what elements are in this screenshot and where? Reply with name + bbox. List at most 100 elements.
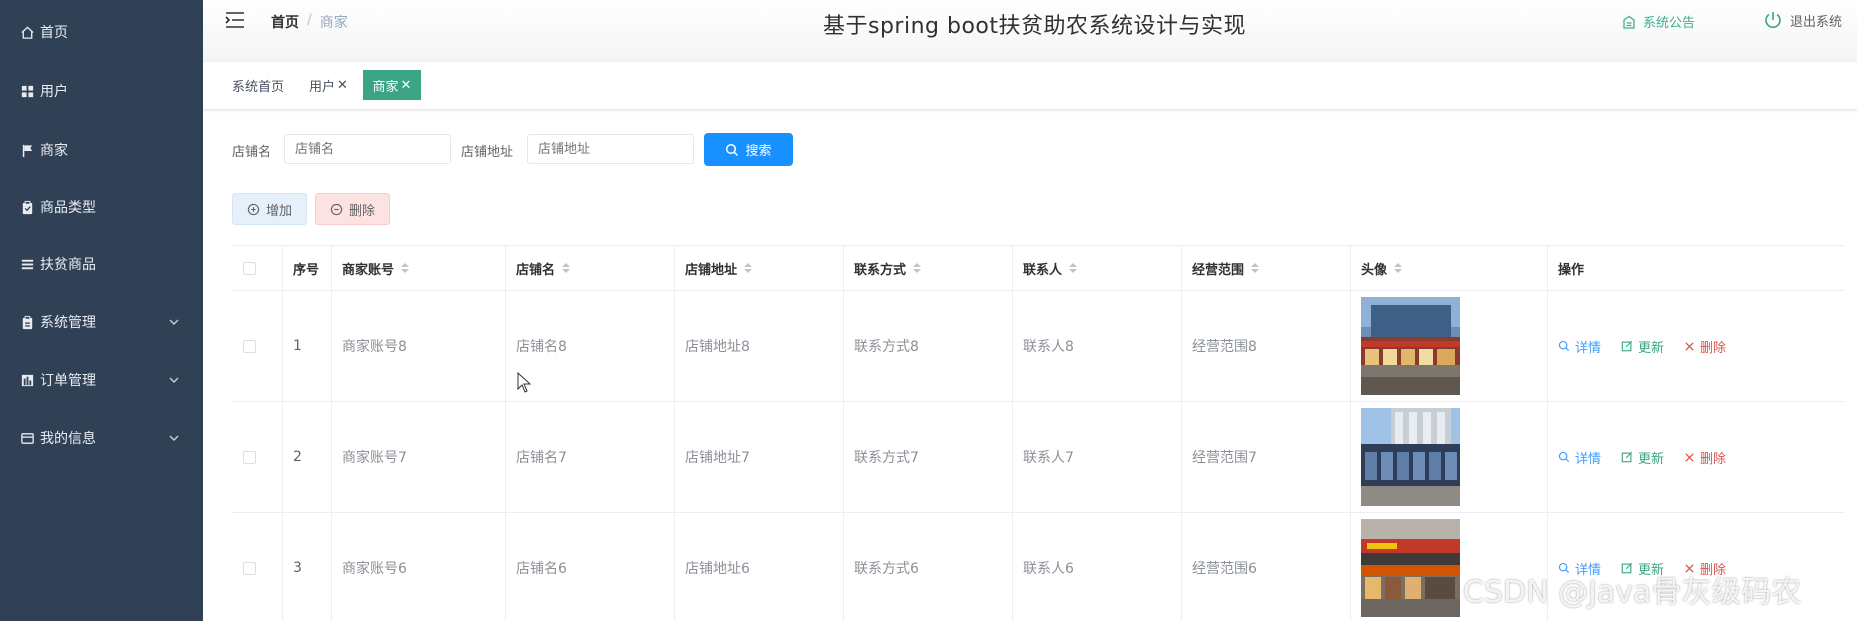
flag-icon <box>18 141 36 159</box>
search-button-label: 搜索 <box>745 144 772 159</box>
header-label: 商家账号 <box>342 262 395 278</box>
cell-contact: 联系方式8 <box>843 291 1012 401</box>
sort-icon[interactable] <box>744 263 753 273</box>
system-notice-button[interactable]: 系统公告 <box>1621 12 1695 31</box>
breadcrumb-current: 商家 <box>319 15 348 31</box>
clipboard-icon <box>18 313 36 331</box>
sidebar-item-merchants[interactable]: 商家 <box>0 130 203 170</box>
detail-button[interactable]: 详情 <box>1558 448 1601 467</box>
update-label: 更新 <box>1638 340 1665 356</box>
header-scope[interactable]: 经营范围 <box>1181 246 1350 290</box>
grid-icon <box>18 82 36 100</box>
close-icon[interactable]: ✕ <box>401 78 412 93</box>
mouse-cursor-icon <box>517 372 532 393</box>
system-notice-label: 系统公告 <box>1643 16 1696 31</box>
sidebar-item-label: 商品类型 <box>40 200 96 216</box>
search-icon <box>1558 451 1570 463</box>
cell-index: 1 <box>282 291 331 401</box>
sidebar-item-label: 我的信息 <box>40 431 96 447</box>
close-icon <box>1685 341 1694 351</box>
list-icon <box>18 255 36 273</box>
tag-label: 用户 <box>309 79 336 95</box>
sort-icon[interactable] <box>401 263 410 273</box>
header-address[interactable]: 店铺地址 <box>674 246 843 290</box>
cell-person: 联系人7 <box>1012 402 1181 512</box>
delete-button-label: 删除 <box>348 203 375 219</box>
sort-icon[interactable] <box>1251 263 1260 273</box>
sort-icon[interactable] <box>1069 263 1078 273</box>
sidebar-item-users[interactable]: 用户 <box>0 71 203 111</box>
cell-shop-name: 店铺名6 <box>505 513 674 621</box>
table-header-row: 序号 商家账号 店铺名 店铺地址 联系方式 联系人 经营范围 头像 操作 <box>232 245 1845 291</box>
row-checkbox[interactable] <box>243 339 256 353</box>
sort-icon[interactable] <box>1394 263 1403 273</box>
add-button[interactable]: 增加 <box>232 193 307 225</box>
sidebar-item-poverty-products[interactable]: 扶贫商品 <box>0 244 203 284</box>
cell-address: 店铺地址7 <box>674 402 843 512</box>
sidebar-item-system-management[interactable]: 系统管理 <box>0 302 203 342</box>
cell-person: 联系人8 <box>1012 291 1181 401</box>
update-button[interactable]: 更新 <box>1621 337 1664 356</box>
header-avatar[interactable]: 头像 <box>1350 246 1547 290</box>
select-all-checkbox[interactable] <box>243 261 256 275</box>
update-button[interactable]: 更新 <box>1621 448 1664 467</box>
breadcrumb-home[interactable]: 首页 <box>271 12 299 32</box>
detail-label: 详情 <box>1575 340 1602 356</box>
menu-toggle-icon[interactable] <box>224 10 246 30</box>
plus-circle-icon <box>247 203 260 215</box>
tag-merchants[interactable]: 商家 ✕ <box>363 70 421 100</box>
tag-label: 系统首页 <box>232 79 285 95</box>
header-index: 序号 <box>282 246 331 290</box>
cell-contact: 联系方式7 <box>843 402 1012 512</box>
csdn-watermark: CSDN @Java骨灰级码农 <box>1463 575 1802 610</box>
header-actions: 操作 <box>1547 246 1845 290</box>
storefront-image[interactable] <box>1361 297 1460 395</box>
sort-icon[interactable] <box>562 263 571 273</box>
cell-index: 3 <box>282 513 331 621</box>
cell-account: 商家账号8 <box>331 291 505 401</box>
delete-button[interactable]: 删除 <box>1684 337 1726 356</box>
header-account[interactable]: 商家账号 <box>331 246 505 290</box>
header-label: 联系方式 <box>854 262 907 278</box>
row-checkbox-cell <box>232 513 282 621</box>
header-person[interactable]: 联系人 <box>1012 246 1181 290</box>
sidebar-item-label: 订单管理 <box>40 373 96 389</box>
delete-label: 删除 <box>1700 340 1727 356</box>
cell-index: 2 <box>282 402 331 512</box>
detail-label: 详情 <box>1575 451 1602 467</box>
logout-button[interactable]: 退出系统 <box>1763 10 1842 30</box>
search-icon <box>726 143 739 156</box>
delete-button[interactable]: 删除 <box>1684 448 1726 467</box>
storefront-image[interactable] <box>1361 519 1460 617</box>
close-icon[interactable]: ✕ <box>337 78 348 93</box>
breadcrumb: 首页 / 商家 <box>271 12 348 32</box>
tag-system-home[interactable]: 系统首页 <box>227 70 289 100</box>
shop-address-input[interactable] <box>527 134 694 164</box>
sort-icon[interactable] <box>913 263 922 273</box>
sidebar-item-home[interactable]: 首页 <box>0 12 203 52</box>
header-shop-name[interactable]: 店铺名 <box>505 246 674 290</box>
logout-label: 退出系统 <box>1790 14 1843 30</box>
update-label: 更新 <box>1638 451 1665 467</box>
cell-shop-name: 店铺名7 <box>505 402 674 512</box>
cell-person: 联系人6 <box>1012 513 1181 621</box>
detail-button[interactable]: 详情 <box>1558 337 1601 356</box>
storefront-image[interactable] <box>1361 408 1460 506</box>
tag-users[interactable]: 用户 ✕ <box>304 70 353 100</box>
cell-contact: 联系方式6 <box>843 513 1012 621</box>
sidebar-item-label: 扶贫商品 <box>40 257 96 273</box>
search-icon <box>1558 340 1570 352</box>
batch-delete-button[interactable]: 删除 <box>315 193 390 225</box>
search-button[interactable]: 搜索 <box>704 133 793 166</box>
shop-name-input[interactable] <box>284 134 451 164</box>
sidebar-item-product-types[interactable]: 商品类型 <box>0 187 203 227</box>
tag-label: 商家 <box>372 79 399 95</box>
cell-actions: 详情 更新 删除 <box>1547 291 1845 401</box>
row-checkbox[interactable] <box>243 561 256 575</box>
sidebar-item-my-info[interactable]: 我的信息 <box>0 418 203 458</box>
header-contact[interactable]: 联系方式 <box>843 246 1012 290</box>
row-checkbox[interactable] <box>243 450 256 464</box>
cell-avatar <box>1350 291 1547 401</box>
sidebar-item-order-management[interactable]: 订单管理 <box>0 360 203 400</box>
cell-account: 商家账号6 <box>331 513 505 621</box>
